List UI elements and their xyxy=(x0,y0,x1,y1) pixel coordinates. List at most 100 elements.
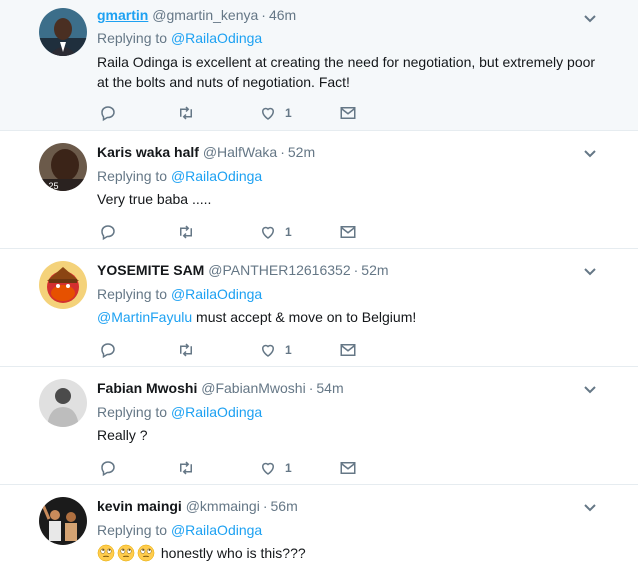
like-icon xyxy=(261,226,275,239)
timestamp[interactable]: 52m xyxy=(361,262,388,278)
tweet-text: @MartinFayulu must accept & move on to B… xyxy=(97,307,617,327)
retweet-button[interactable] xyxy=(177,458,195,478)
direct-message-icon xyxy=(340,462,356,474)
user-handle[interactable]: @FabianMwoshi xyxy=(201,380,305,396)
avatar[interactable]: 3.25 xyxy=(39,143,87,191)
replying-to-label: Replying to xyxy=(97,522,168,538)
replying-to-mention[interactable]: @RailaOdinga xyxy=(171,286,262,302)
replying-to-mention[interactable]: @RailaOdinga xyxy=(171,168,262,184)
timestamp[interactable]: 46m xyxy=(269,7,296,23)
like-icon xyxy=(261,462,275,475)
replying-to: Replying to @RailaOdinga xyxy=(97,521,262,539)
display-name[interactable]: Fabian Mwoshi xyxy=(97,380,197,396)
replying-to-label: Replying to xyxy=(97,404,168,420)
avatar-image: 3.25 xyxy=(39,143,87,191)
avatar-image xyxy=(39,379,87,427)
reply-button[interactable] xyxy=(99,340,117,360)
retweet-button[interactable] xyxy=(177,103,195,123)
reply-timeline: gmartin @gmartin_kenya · 46m Replying to @… xyxy=(0,0,638,573)
tweet-actions: 1 xyxy=(97,103,397,123)
tweet-text: Raila Odinga is excellent at creating th… xyxy=(97,52,617,92)
display-name[interactable]: Karis waka half xyxy=(97,144,199,160)
direct-message-button[interactable] xyxy=(339,103,357,123)
tweet-reply[interactable]: Fabian Mwoshi @FabianMwoshi · 54m Replying… xyxy=(0,367,638,485)
timestamp[interactable]: 56m xyxy=(271,498,298,514)
replying-to: Replying to @RailaOdinga xyxy=(97,285,262,303)
replying-to-mention[interactable]: @RailaOdinga xyxy=(171,30,262,46)
like-count: 1 xyxy=(285,461,292,475)
avatar[interactable] xyxy=(39,8,87,56)
tweet-header: Karis waka half @HalfWaka · 52m xyxy=(97,143,315,161)
direct-message-button[interactable] xyxy=(339,340,357,360)
like-button[interactable]: 1 xyxy=(259,340,292,360)
tweet-mention-link[interactable]: @MartinFayulu xyxy=(97,309,192,325)
tweet-reply[interactable]: kevin maingi @kmmaingi · 56m Replying to @… xyxy=(0,485,638,573)
reply-icon xyxy=(101,461,115,477)
replying-to-label: Replying to xyxy=(97,30,168,46)
chevron-down-icon[interactable] xyxy=(582,10,598,26)
like-button[interactable]: 1 xyxy=(259,222,292,242)
like-icon xyxy=(261,107,275,120)
direct-message-icon xyxy=(340,344,356,356)
tweet-reply[interactable]: 3.25 Karis waka half @HalfWaka · 52m Reply… xyxy=(0,131,638,249)
chevron-down-icon[interactable] xyxy=(582,145,598,161)
avatar-image xyxy=(39,8,87,56)
display-name[interactable]: YOSEMITE SAM xyxy=(97,262,204,278)
avatar[interactable] xyxy=(39,261,87,309)
retweet-button[interactable] xyxy=(177,340,195,360)
direct-message-button[interactable] xyxy=(339,222,357,242)
chevron-down-icon[interactable] xyxy=(582,381,598,397)
tweet-reply[interactable]: gmartin @gmartin_kenya · 46m Replying to @… xyxy=(0,0,638,131)
display-name[interactable]: kevin maingi xyxy=(97,498,182,514)
avatar[interactable] xyxy=(39,379,87,427)
replying-to: Replying to @RailaOdinga xyxy=(97,403,262,421)
replying-to: Replying to @RailaOdinga xyxy=(97,29,262,47)
reply-button[interactable] xyxy=(99,458,117,478)
separator-dot: · xyxy=(308,380,314,396)
replying-to-label: Replying to xyxy=(97,286,168,302)
tweet-text-line: Raila Odinga is excellent at creating th… xyxy=(97,54,596,70)
tweet-header: Fabian Mwoshi @FabianMwoshi · 54m xyxy=(97,379,344,397)
tweet-actions: 1 xyxy=(97,340,397,360)
direct-message-icon xyxy=(340,226,356,238)
reply-button[interactable] xyxy=(99,222,117,242)
tweet-reply[interactable]: YOSEMITE SAM @PANTHER12616352 · 52m Replyi… xyxy=(0,249,638,367)
tweet-text-body: honestly who is this??? xyxy=(160,545,306,561)
avatar-image xyxy=(39,261,87,309)
direct-message-button[interactable] xyxy=(339,458,357,478)
tweet-header: gmartin @gmartin_kenya · 46m xyxy=(97,6,296,24)
retweet-icon xyxy=(180,106,192,120)
tweet-actions: 1 xyxy=(97,458,397,478)
avatar[interactable] xyxy=(39,497,87,545)
replying-to-mention[interactable]: @RailaOdinga xyxy=(171,404,262,420)
avatar-overlay-text: 3.25 xyxy=(41,181,59,191)
tweet-actions: 1 xyxy=(97,222,397,242)
tweet-text: honestly who is this??? xyxy=(97,543,617,563)
user-handle[interactable]: @gmartin_kenya xyxy=(152,7,258,23)
timestamp[interactable]: 52m xyxy=(288,144,315,160)
user-handle[interactable]: @PANTHER12616352 xyxy=(208,262,350,278)
like-icon xyxy=(261,344,275,357)
chevron-down-icon[interactable] xyxy=(582,263,598,279)
retweet-icon xyxy=(180,343,192,357)
user-handle[interactable]: @HalfWaka xyxy=(203,144,277,160)
tweet-text-rest: must accept & move on to Belgium! xyxy=(192,309,417,325)
like-count: 1 xyxy=(285,343,292,357)
reply-button[interactable] xyxy=(99,103,117,123)
user-handle[interactable]: @kmmaingi xyxy=(186,498,260,514)
rolling-eyes-emoji-icon xyxy=(97,544,115,562)
rolling-eyes-emoji-icon xyxy=(137,544,155,562)
retweet-button[interactable] xyxy=(177,222,195,242)
separator-dot: · xyxy=(261,7,266,23)
like-button[interactable]: 1 xyxy=(259,458,292,478)
like-button[interactable]: 1 xyxy=(259,103,292,123)
display-name[interactable]: gmartin xyxy=(97,7,148,23)
separator-dot: · xyxy=(262,498,268,514)
replying-to-mention[interactable]: @RailaOdinga xyxy=(171,522,262,538)
timestamp[interactable]: 54m xyxy=(316,380,343,396)
like-count: 1 xyxy=(285,225,292,239)
chevron-down-icon[interactable] xyxy=(582,499,598,515)
reply-icon xyxy=(101,343,115,359)
replying-to: Replying to @RailaOdinga xyxy=(97,167,262,185)
tweet-header: kevin maingi @kmmaingi · 56m xyxy=(97,497,298,515)
